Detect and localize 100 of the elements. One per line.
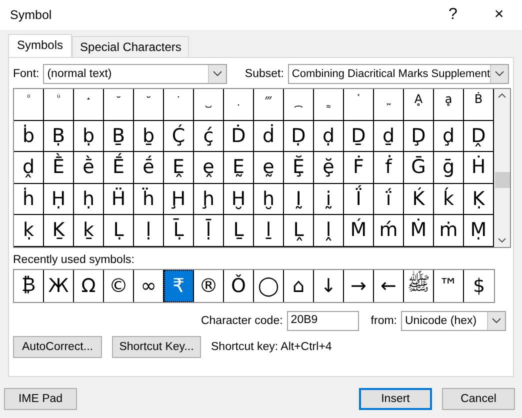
symbol-cell[interactable]: ᷳ: [14, 89, 44, 120]
symbol-cell[interactable]: Ḕ: [44, 152, 74, 184]
symbol-cell[interactable]: ḱ: [434, 184, 464, 215]
symbol-cell[interactable]: Ḡ: [404, 152, 434, 184]
scroll-up-icon[interactable]: [498, 93, 506, 98]
symbol-cell[interactable]: Ḥ: [44, 184, 74, 215]
symbol-cell[interactable]: ḁ: [434, 89, 464, 120]
character-code-label: Character code:: [200, 314, 283, 326]
symbol-cell[interactable]: ḹ: [194, 215, 224, 246]
help-button[interactable]: ?: [430, 6, 476, 24]
symbol-cell[interactable]: Ḻ: [224, 215, 254, 246]
symbol-cell[interactable]: ᷺: [224, 89, 254, 120]
symbol-cell[interactable]: ḍ: [314, 120, 344, 152]
symbol-cell[interactable]: ḇ: [134, 120, 164, 152]
symbol-cell[interactable]: ḗ: [134, 152, 164, 184]
symbol-cell[interactable]: ḻ: [254, 215, 284, 246]
symbol-cell[interactable]: ḯ: [374, 184, 404, 215]
symbol-cell[interactable]: Ḛ: [224, 152, 254, 184]
symbol-cell[interactable]: ḕ: [74, 152, 104, 184]
symbol-cell[interactable]: Ḩ: [164, 184, 194, 215]
dialog-button[interactable]: Cancel: [442, 388, 515, 410]
symbol-cell[interactable]: ḏ: [374, 120, 404, 152]
symbol-cell[interactable]: ḉ: [194, 120, 224, 152]
symbol-cell[interactable]: ḳ: [14, 215, 44, 246]
scrollbar[interactable]: [494, 89, 510, 246]
symbol-cell[interactable]: Ḉ: [164, 120, 194, 152]
tab[interactable]: Symbols: [8, 34, 72, 57]
dialog-button[interactable]: Shortcut Key...: [112, 336, 201, 358]
symbol-cell[interactable]: Ḽ: [284, 215, 314, 246]
symbol-cell[interactable]: ᷻: [254, 89, 284, 120]
symbol-cell[interactable]: Ṁ: [404, 215, 434, 246]
scroll-down-icon[interactable]: [498, 238, 506, 242]
symbol-cell[interactable]: Ḷ: [104, 215, 134, 246]
symbol-cell[interactable]: Ḋ: [224, 120, 254, 152]
symbol-cell[interactable]: Ḁ: [404, 89, 434, 120]
symbol-cell[interactable]: Ḏ: [344, 120, 374, 152]
symbol-cell[interactable]: ᷽: [314, 89, 344, 120]
symbol-cell[interactable]: Ḝ: [284, 152, 314, 184]
tab[interactable]: Special Characters: [72, 36, 190, 57]
symbol-cell[interactable]: ḃ: [14, 120, 44, 152]
symbol-cell[interactable]: Ḙ: [164, 152, 194, 184]
window-title: Symbol: [10, 8, 53, 22]
symbol-cell[interactable]: ḑ: [434, 120, 464, 152]
shortcut-key-text: Shortcut key: Alt+Ctrl+4: [211, 340, 332, 352]
symbol-cell[interactable]: ᷾: [344, 89, 374, 120]
symbol-cell[interactable]: ḥ: [74, 184, 104, 215]
symbol-cell[interactable]: ḫ: [254, 184, 284, 215]
close-button[interactable]: ×: [476, 6, 522, 24]
symbol-cell[interactable]: ᷹: [194, 89, 224, 120]
symbol-cell[interactable]: Ḱ: [404, 184, 434, 215]
symbol-cell[interactable]: Ḇ: [104, 120, 134, 152]
symbol-cell[interactable]: ḛ: [254, 152, 284, 184]
symbol-cell[interactable]: ḩ: [194, 184, 224, 215]
symbol-cell[interactable]: ḟ: [374, 152, 404, 184]
symbol-cell[interactable]: Ḯ: [344, 184, 374, 215]
symbol-cell[interactable]: Ḅ: [44, 120, 74, 152]
symbol-cell[interactable]: ḭ: [314, 184, 344, 215]
symbol-cell[interactable]: Ḧ: [104, 184, 134, 215]
from-dropdown[interactable]: Unicode (hex): [401, 310, 506, 330]
subset-dropdown[interactable]: Combining Diacritical Marks Supplement: [288, 64, 509, 84]
symbol-cell[interactable]: Ḵ: [44, 215, 74, 246]
symbol-cell[interactable]: ḋ: [254, 120, 284, 152]
recent-symbol[interactable]: ₹: [164, 270, 194, 302]
symbol-cell[interactable]: ḿ: [374, 215, 404, 246]
dialog-button[interactable]: IME Pad: [4, 388, 77, 410]
symbol-cell[interactable]: ᷿: [374, 89, 404, 120]
symbol-cell[interactable]: ᷷: [134, 89, 164, 120]
symbol-cell[interactable]: ḓ: [14, 152, 44, 184]
symbol-cell[interactable]: Ḑ: [404, 120, 434, 152]
symbol-cell[interactable]: ḵ: [74, 215, 104, 246]
symbol-cell[interactable]: Ḹ: [164, 215, 194, 246]
symbol-cell[interactable]: ḧ: [134, 184, 164, 215]
symbol-cell[interactable]: Ḫ: [224, 184, 254, 215]
symbol-cell[interactable]: ḅ: [74, 120, 104, 152]
scrollbar-thumb[interactable]: [495, 172, 510, 188]
symbol-cell[interactable]: ḡ: [434, 152, 464, 184]
recent-symbol[interactable]: $: [464, 270, 494, 302]
symbol-cell[interactable]: ṁ: [434, 215, 464, 246]
dialog-button[interactable]: AutoCorrect...: [13, 336, 102, 358]
character-code-field[interactable]: 20B9: [286, 310, 359, 330]
symbol-cell[interactable]: ḣ: [14, 184, 44, 215]
font-dropdown[interactable]: (normal text): [43, 64, 227, 84]
symbol-cell[interactable]: Ḗ: [104, 152, 134, 184]
symbol-cell[interactable]: ḝ: [314, 152, 344, 184]
symbol-cell[interactable]: ḷ: [134, 215, 164, 246]
symbol-cell[interactable]: ᷴ: [44, 89, 74, 120]
from-label: from:: [370, 314, 397, 326]
dialog-button[interactable]: Insert: [359, 388, 432, 410]
symbol-cell[interactable]: ᷵: [74, 89, 104, 120]
symbol-cell[interactable]: ᷼: [284, 89, 314, 120]
symbol-cell[interactable]: Ḿ: [344, 215, 374, 246]
symbol-cell[interactable]: ᷸: [164, 89, 194, 120]
symbol-cell[interactable]: Ḟ: [344, 152, 374, 184]
symbol-cell[interactable]: ᷶: [104, 89, 134, 120]
symbol-cell[interactable]: ḙ: [194, 152, 224, 184]
symbol-cell[interactable]: Ḭ: [284, 184, 314, 215]
subset-label: Subset:: [244, 68, 284, 80]
recent-label: Recently used symbols:: [13, 254, 136, 266]
symbol-cell[interactable]: Ḍ: [284, 120, 314, 152]
symbol-cell[interactable]: ḽ: [314, 215, 344, 246]
